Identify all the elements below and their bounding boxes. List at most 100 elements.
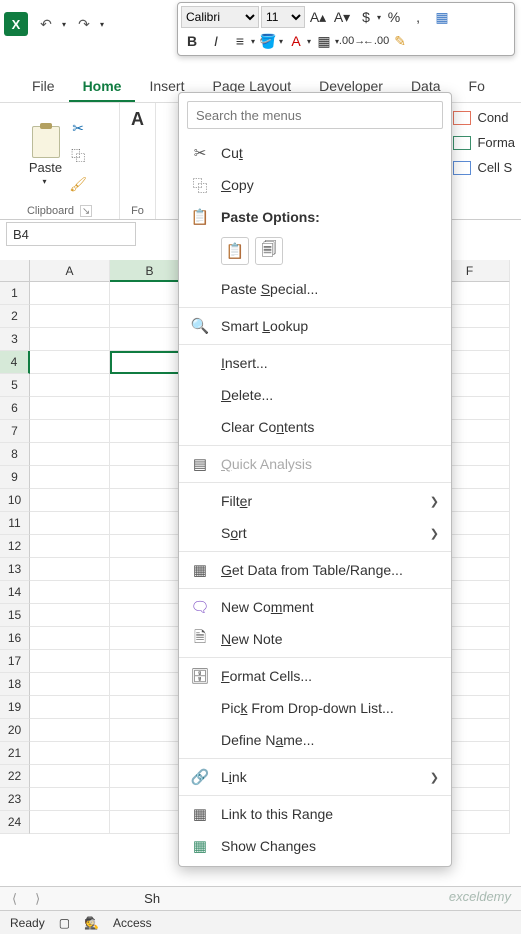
comma-icon[interactable]: ,: [407, 6, 429, 28]
paste-dropdown[interactable]: ▾: [42, 177, 46, 186]
cell[interactable]: [30, 765, 110, 788]
font-size-select[interactable]: 11: [261, 6, 305, 28]
row-header[interactable]: 24: [0, 811, 30, 834]
cell[interactable]: [30, 558, 110, 581]
ctx-get-data[interactable]: ▦Get Data from Table/Range...: [179, 554, 451, 586]
row-header[interactable]: 12: [0, 535, 30, 558]
ctx-paste-special[interactable]: Paste Special...: [179, 273, 451, 305]
row-header[interactable]: 23: [0, 788, 30, 811]
conditional-formatting-button[interactable]: Cond: [453, 110, 515, 125]
format-painter-button[interactable]: 🖌: [66, 172, 90, 196]
cell[interactable]: [30, 282, 110, 305]
cut-icon[interactable]: ✂: [66, 116, 90, 140]
ctx-show-changes[interactable]: ▦Show Changes: [179, 830, 451, 862]
sheet-tab[interactable]: Sh: [144, 891, 160, 906]
font-family-select[interactable]: Calibri: [181, 6, 259, 28]
cell[interactable]: [30, 604, 110, 627]
row-header[interactable]: 17: [0, 650, 30, 673]
row-header[interactable]: 14: [0, 581, 30, 604]
cell[interactable]: [30, 374, 110, 397]
ctx-pick-dropdown[interactable]: Pick From Drop-down List...: [179, 692, 451, 724]
menu-search-input[interactable]: [187, 101, 443, 129]
fill-color-icon[interactable]: 🪣: [257, 30, 279, 52]
tab-file[interactable]: File: [18, 72, 69, 103]
cell[interactable]: [30, 673, 110, 696]
cell[interactable]: [30, 305, 110, 328]
table-format-icon[interactable]: ▦: [431, 6, 453, 28]
col-header-a[interactable]: A: [30, 260, 110, 282]
cell[interactable]: [30, 535, 110, 558]
decrease-decimal-icon[interactable]: ←.00: [365, 30, 387, 52]
ctx-link-range[interactable]: ▦Link to this Range: [179, 798, 451, 830]
fontcolor-dropdown[interactable]: ▾: [307, 37, 311, 46]
redo-button[interactable]: ↷: [72, 12, 96, 36]
paste-button[interactable]: Paste ▾: [29, 126, 62, 186]
row-header[interactable]: 6: [0, 397, 30, 420]
ctx-sort[interactable]: Sort❯: [179, 517, 451, 549]
cell[interactable]: [30, 742, 110, 765]
row-header[interactable]: 19: [0, 696, 30, 719]
next-sheet-button[interactable]: ⟩: [31, 891, 44, 907]
cell[interactable]: [30, 512, 110, 535]
cell[interactable]: [30, 351, 110, 374]
ctx-define-name[interactable]: Define Name...: [179, 724, 451, 756]
ctx-insert[interactable]: Insert...: [179, 347, 451, 379]
ctx-new-comment[interactable]: 🗨New Comment: [179, 591, 451, 623]
row-header[interactable]: 15: [0, 604, 30, 627]
row-header[interactable]: 5: [0, 374, 30, 397]
clipboard-launcher[interactable]: ↘: [80, 205, 92, 217]
font-color-icon[interactable]: A: [285, 30, 307, 52]
row-header[interactable]: 2: [0, 305, 30, 328]
macro-record-icon[interactable]: ▢: [59, 916, 70, 930]
align-icon[interactable]: ≡: [229, 30, 251, 52]
row-header[interactable]: 21: [0, 742, 30, 765]
italic-button[interactable]: I: [205, 30, 227, 52]
ctx-cut[interactable]: ✂Cut: [179, 137, 451, 169]
cell[interactable]: [30, 328, 110, 351]
cell[interactable]: [30, 811, 110, 834]
ctx-new-note[interactable]: 🗎New Note: [179, 623, 451, 655]
undo-button[interactable]: ↶: [34, 12, 58, 36]
format-painter-icon[interactable]: ✎: [389, 30, 411, 52]
paste-special-option[interactable]: 🗐: [255, 237, 283, 265]
row-header[interactable]: 22: [0, 765, 30, 788]
decrease-font-icon[interactable]: A▾: [331, 6, 353, 28]
cell-styles-button[interactable]: Cell S: [453, 160, 515, 175]
currency-icon[interactable]: $: [355, 6, 377, 28]
tab-formulas[interactable]: Fo: [455, 72, 499, 103]
cell[interactable]: [30, 627, 110, 650]
increase-decimal-icon[interactable]: .00→: [341, 30, 363, 52]
cell[interactable]: [30, 397, 110, 420]
row-header[interactable]: 3: [0, 328, 30, 351]
ctx-copy[interactable]: ⿻Copy: [179, 169, 451, 201]
paste-default-option[interactable]: 📋: [221, 237, 249, 265]
cell[interactable]: [30, 466, 110, 489]
row-header[interactable]: 7: [0, 420, 30, 443]
cell[interactable]: [30, 650, 110, 673]
cell[interactable]: [30, 788, 110, 811]
ctx-delete[interactable]: Delete...: [179, 379, 451, 411]
bold-button[interactable]: B: [181, 30, 203, 52]
row-header[interactable]: 18: [0, 673, 30, 696]
ctx-link[interactable]: 🔗Link❯: [179, 761, 451, 793]
cell[interactable]: [30, 420, 110, 443]
align-dropdown[interactable]: ▾: [251, 37, 255, 46]
row-header[interactable]: 9: [0, 466, 30, 489]
fill-dropdown[interactable]: ▾: [279, 37, 283, 46]
name-box[interactable]: B4: [6, 222, 136, 246]
row-header[interactable]: 10: [0, 489, 30, 512]
row-header[interactable]: 8: [0, 443, 30, 466]
ctx-smart-lookup[interactable]: 🔍Smart Lookup: [179, 310, 451, 342]
row-header[interactable]: 4: [0, 351, 30, 374]
redo-dropdown[interactable]: ▾: [100, 20, 104, 29]
borders-icon[interactable]: ▦: [313, 30, 335, 52]
cell[interactable]: [30, 443, 110, 466]
select-all-corner[interactable]: [0, 260, 30, 282]
prev-sheet-button[interactable]: ⟨: [8, 891, 21, 907]
ctx-filter[interactable]: Filter❯: [179, 485, 451, 517]
currency-dropdown[interactable]: ▾: [377, 13, 381, 22]
increase-font-icon[interactable]: A▴: [307, 6, 329, 28]
accessibility-icon[interactable]: 🕵: [84, 916, 99, 930]
cell[interactable]: [30, 581, 110, 604]
cell[interactable]: [30, 696, 110, 719]
